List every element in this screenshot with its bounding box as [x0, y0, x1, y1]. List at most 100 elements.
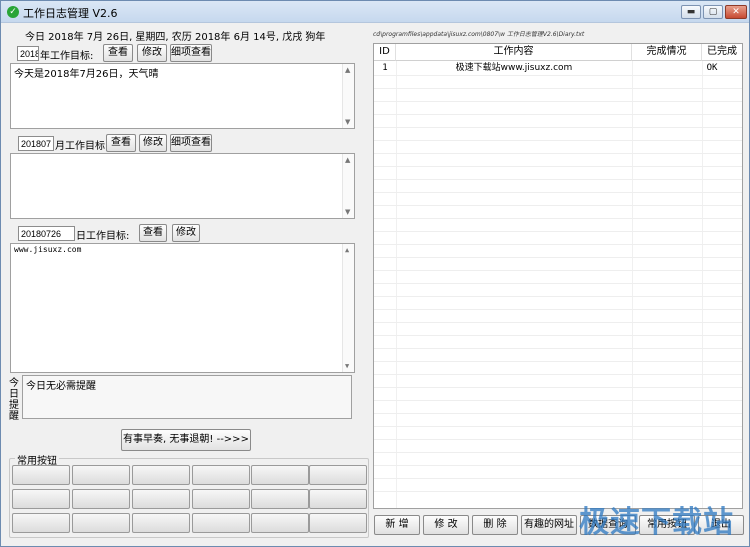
task-table[interactable]: ID 工作内容 完成情况 已完成 1 极速下载站www.jisuxz.com O… — [373, 43, 743, 509]
row-line — [374, 270, 742, 271]
close-button[interactable]: ✕ — [725, 5, 747, 19]
row-line — [374, 283, 742, 284]
common-button[interactable] — [192, 489, 250, 509]
row-line — [374, 88, 742, 89]
row-line — [374, 218, 742, 219]
column-header-status[interactable]: 完成情况 — [632, 44, 702, 61]
row-line — [374, 439, 742, 440]
edit-button[interactable]: 修 改 — [423, 515, 469, 535]
common-button[interactable] — [309, 513, 367, 533]
minimize-button[interactable]: ▬ — [681, 5, 701, 19]
row-line — [374, 257, 742, 258]
reminder-label: 今日提醒 — [9, 378, 19, 422]
year-goal-text[interactable]: 今天是2018年7月26日，天气晴 ▲ ▼ — [10, 63, 355, 129]
common-button[interactable] — [12, 489, 70, 509]
day-view-button[interactable]: 查看 — [139, 224, 167, 242]
cell-id: 1 — [382, 63, 388, 73]
window-title: 工作日志管理 V2.6 — [23, 7, 118, 20]
year-view-button[interactable]: 查看 — [103, 44, 133, 62]
row-line — [374, 101, 742, 102]
row-line — [374, 361, 742, 362]
day-goal-text[interactable]: www.jisuxz.com ▲ ▼ — [10, 243, 355, 373]
maximize-button[interactable]: ▢ — [703, 5, 723, 19]
row-line — [374, 192, 742, 193]
month-edit-button[interactable]: 修改 — [139, 134, 167, 152]
file-path: cd\programfiles\appdata\jisuxz.com\0807\… — [373, 31, 585, 38]
row-line — [374, 374, 742, 375]
column-header-content[interactable]: 工作内容 — [396, 44, 632, 61]
delete-button[interactable]: 删 除 — [472, 515, 518, 535]
row-line — [374, 322, 742, 323]
row-line — [374, 296, 742, 297]
year-input[interactable] — [17, 46, 39, 61]
date-line: 今日 2018年 7月 26日, 星期四, 农历 2018年 6月 14号, 戊… — [25, 32, 326, 43]
row-line — [374, 413, 742, 414]
column-divider — [396, 61, 397, 508]
row-line — [374, 309, 742, 310]
year-detail-button[interactable]: 细项查看 — [170, 44, 212, 62]
common-button[interactable] — [132, 465, 190, 485]
fun-sites-button[interactable]: 有趣的网址 — [521, 515, 577, 535]
row-line — [374, 335, 742, 336]
row-line — [374, 465, 742, 466]
year-goal-label: 年工作目标: — [40, 51, 94, 62]
title-bar: ✓ 工作日志管理 V2.6 ▬ ▢ ✕ — [1, 1, 749, 23]
app-window: ✓ 工作日志管理 V2.6 ▬ ▢ ✕ 今日 2018年 7月 26日, 星期四… — [0, 0, 750, 547]
common-button[interactable] — [132, 513, 190, 533]
month-input[interactable] — [18, 136, 54, 151]
day-goal-content: www.jisuxz.com — [14, 245, 82, 254]
common-button[interactable] — [309, 465, 367, 485]
month-scrollbar[interactable]: ▲ ▼ — [342, 154, 354, 218]
column-header-id[interactable]: ID — [374, 44, 396, 61]
row-line — [374, 478, 742, 479]
day-edit-button[interactable]: 修改 — [172, 224, 200, 242]
row-line — [374, 127, 742, 128]
cell-content: 极速下载站www.jisuxz.com — [455, 63, 573, 73]
row-line — [374, 231, 742, 232]
month-goal-label: 月工作目标: — [55, 141, 109, 152]
common-button[interactable] — [72, 513, 130, 533]
common-button[interactable] — [72, 465, 130, 485]
month-goal-text[interactable]: ▲ ▼ — [10, 153, 355, 219]
cell-done: OK — [706, 63, 718, 73]
reminder-text[interactable]: 今日无必需提醒 — [22, 375, 352, 419]
common-button[interactable] — [72, 489, 130, 509]
day-scrollbar[interactable]: ▲ ▼ — [342, 244, 354, 372]
row-line — [374, 166, 742, 167]
row-line — [374, 75, 742, 76]
column-divider — [702, 61, 703, 508]
common-button[interactable] — [309, 489, 367, 509]
common-button[interactable] — [12, 513, 70, 533]
add-button[interactable]: 新 增 — [374, 515, 420, 535]
cell-status — [632, 62, 702, 75]
common-button[interactable] — [132, 489, 190, 509]
row-line — [374, 426, 742, 427]
common-button[interactable] — [12, 465, 70, 485]
day-input[interactable] — [18, 226, 75, 241]
common-button[interactable] — [251, 489, 309, 509]
day-goal-label: 日工作目标: — [76, 231, 130, 242]
common-button[interactable] — [251, 465, 309, 485]
column-header-done[interactable]: 已完成 — [702, 44, 742, 61]
year-scrollbar[interactable]: ▲ ▼ — [342, 64, 354, 128]
row-line — [374, 452, 742, 453]
column-divider — [632, 61, 633, 508]
check-icon: ✓ — [7, 6, 19, 18]
motto-button[interactable]: 有事早奏, 无事退朝! -->>> — [121, 429, 251, 451]
row-line — [374, 387, 742, 388]
common-button[interactable] — [192, 513, 250, 533]
month-detail-button[interactable]: 细项查看 — [170, 134, 212, 152]
reminder-content: 今日无必需提醒 — [26, 381, 96, 392]
common-button[interactable] — [251, 513, 309, 533]
row-line — [374, 491, 742, 492]
row-line — [374, 153, 742, 154]
month-view-button[interactable]: 查看 — [106, 134, 136, 152]
row-line — [374, 348, 742, 349]
year-goal-content: 今天是2018年7月26日，天气晴 — [14, 69, 159, 80]
year-edit-button[interactable]: 修改 — [137, 44, 167, 62]
row-line — [374, 179, 742, 180]
row-line — [374, 205, 742, 206]
row-line — [374, 400, 742, 401]
row-line — [374, 244, 742, 245]
common-button[interactable] — [192, 465, 250, 485]
